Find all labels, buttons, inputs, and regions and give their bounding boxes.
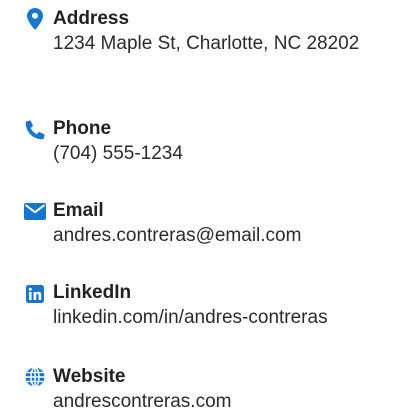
globe-icon	[24, 366, 46, 388]
contact-title-email: Email	[53, 200, 104, 221]
contact-title-address: Address	[53, 8, 130, 29]
contact-text-email: Email andres.contreras@email.com	[53, 200, 393, 249]
contact-text-phone: Phone (704) 555-1234	[53, 118, 393, 167]
linkedin-icon	[24, 283, 46, 305]
contact-list: Address 1234 Maple St, Charlotte, NC 282…	[0, 0, 411, 420]
contact-value-address: 1234 Maple St, Charlotte, NC 28202	[53, 33, 360, 54]
contact-title-website: Website	[53, 366, 126, 387]
map-marker-icon	[24, 8, 46, 30]
contact-title-phone: Phone	[53, 118, 112, 139]
contact-title-linkedin: LinkedIn	[53, 282, 132, 303]
contact-text-website: Website andrescontreras.com	[53, 366, 393, 415]
contact-text-linkedin: LinkedIn linkedin.com/in/andres-contrera…	[53, 282, 393, 331]
phone-icon	[24, 119, 46, 141]
contact-text-address: Address 1234 Maple St, Charlotte, NC 282…	[53, 8, 393, 57]
contact-value-website[interactable]: andrescontreras.com	[53, 389, 393, 415]
contact-value-linkedin[interactable]: linkedin.com/in/andres-contreras	[53, 305, 393, 331]
contact-value-email: andres.contreras@email.com	[53, 225, 302, 246]
envelope-icon	[24, 200, 46, 222]
contact-value-phone: (704) 555-1234	[53, 143, 183, 164]
